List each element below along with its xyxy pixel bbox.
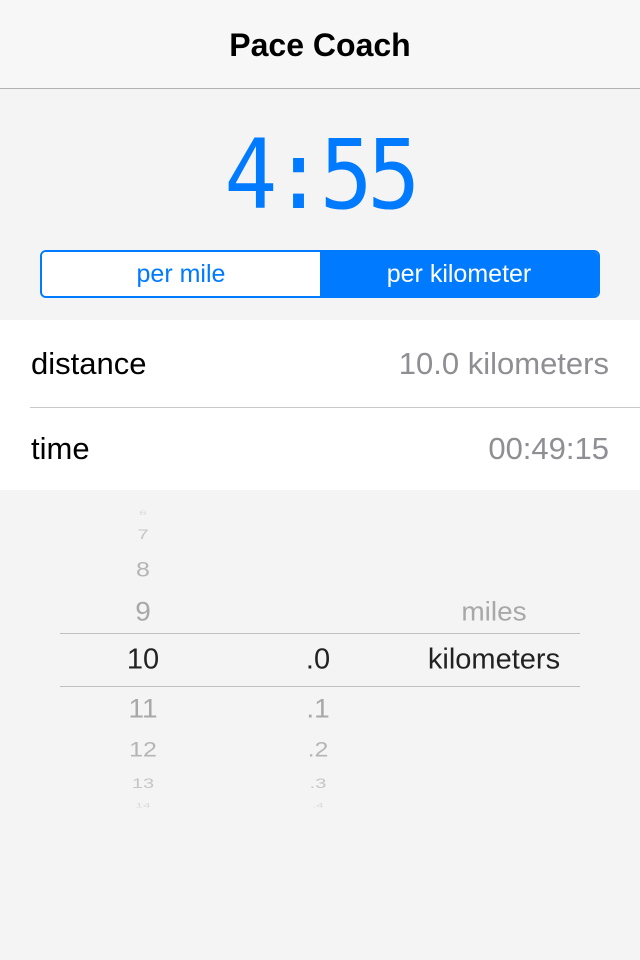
picker-whole-option[interactable]: 11	[128, 694, 157, 724]
time-row[interactable]: time 00:49:15	[0, 408, 640, 490]
picker-whole-option[interactable]: 6	[139, 509, 147, 516]
time-label: time	[31, 431, 90, 466]
segment-per-kilometer[interactable]: per kilometer	[320, 252, 598, 296]
picker-decimal-option[interactable]: .2	[308, 738, 329, 763]
picker-whole-option[interactable]: 14	[135, 801, 151, 808]
picker-whole-option[interactable]: 10	[127, 644, 159, 677]
picker-decimal-option[interactable]: .0	[306, 644, 330, 677]
picker-unit-option[interactable]: miles	[461, 597, 526, 627]
segment-per-mile[interactable]: per mile	[42, 252, 320, 296]
nav-title: Pace Coach	[229, 26, 411, 63]
time-value: 00:49:15	[488, 431, 609, 466]
picker-whole-option[interactable]: 9	[135, 597, 151, 627]
pace-value: 4:55	[224, 119, 421, 231]
picker-whole-option[interactable]: 13	[132, 776, 154, 792]
picker-whole-option[interactable]: 7	[137, 527, 148, 543]
picker-whole-option[interactable]: 12	[129, 738, 157, 763]
distance-value: 10.0 kilometers	[398, 345, 609, 381]
picker-selection-top-line	[60, 633, 580, 634]
picker-unit-option[interactable]: kilometers	[428, 644, 560, 677]
distance-label: distance	[31, 345, 147, 381]
navigation-bar: Pace Coach	[0, 0, 640, 89]
picker-decimal-option[interactable]: .3	[310, 776, 327, 792]
picker-decimal-option[interactable]: .1	[306, 694, 329, 724]
pace-display: 4:55	[0, 120, 640, 230]
picker-selection-bottom-line	[60, 686, 580, 687]
picker-decimal-option[interactable]: .4	[312, 801, 324, 808]
settings-list: distance 10.0 kilometers time 00:49:15	[0, 320, 640, 490]
distance-row[interactable]: distance 10.0 kilometers	[0, 320, 640, 407]
picker-whole-option[interactable]: 8	[136, 558, 150, 583]
unit-segmented-control[interactable]: per mile per kilometer	[40, 250, 600, 298]
